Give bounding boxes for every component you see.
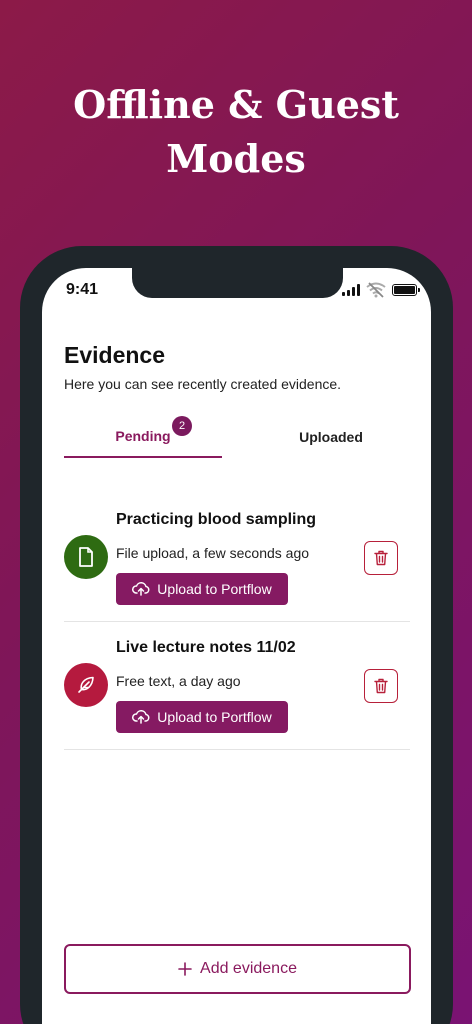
page-subtitle: Here you can see recently created eviden…	[64, 376, 342, 392]
feather-icon	[78, 676, 94, 693]
status-icons	[342, 282, 420, 298]
cloud-upload-icon	[132, 582, 150, 596]
trash-icon	[374, 550, 388, 566]
evidence-title: Practicing blood sampling	[116, 511, 317, 528]
tab-bar: Pending 2 Uploaded	[64, 416, 410, 460]
evidence-meta: File upload, a few seconds ago	[116, 545, 310, 561]
phone-notch	[132, 268, 343, 298]
tab-uploaded[interactable]: Uploaded	[252, 416, 410, 458]
evidence-item[interactable]: Practicing blood sampling File upload, a…	[64, 496, 410, 622]
evidence-item[interactable]: Live lecture notes 11/02 Free text, a da…	[64, 624, 410, 750]
add-evidence-label: Add evidence	[200, 960, 297, 977]
upload-button-label: Upload to Portflow	[157, 581, 272, 597]
tab-uploaded-label: Uploaded	[299, 429, 363, 445]
signal-icon	[342, 284, 360, 296]
upload-button-label: Upload to Portflow	[157, 709, 272, 725]
hero-title: Offline & Guest Modes	[73, 82, 399, 181]
evidence-meta: Free text, a day ago	[116, 673, 241, 689]
upload-to-portflow-button[interactable]: Upload to Portflow	[116, 701, 288, 733]
evidence-type-badge	[64, 663, 108, 707]
tab-pending-label: Pending	[115, 428, 171, 444]
app-screen: 9:41 Evidence Here you can see recently …	[42, 268, 431, 1024]
delete-button[interactable]	[364, 669, 398, 703]
upload-to-portflow-button[interactable]: Upload to Portflow	[116, 573, 288, 605]
phone-frame: 9:41 Evidence Here you can see recently …	[20, 246, 453, 1024]
add-evidence-button[interactable]: Add evidence	[64, 944, 411, 994]
battery-icon	[392, 284, 420, 296]
evidence-title: Live lecture notes 11/02	[116, 639, 296, 656]
status-time: 9:41	[66, 281, 99, 298]
evidence-type-badge	[64, 535, 108, 579]
plus-icon	[178, 962, 192, 976]
wifi-off-icon	[366, 282, 386, 298]
page-title: Evidence	[64, 342, 165, 368]
trash-icon	[374, 678, 388, 694]
cloud-upload-icon	[132, 710, 150, 724]
pending-count-badge: 2	[172, 416, 192, 436]
tab-pending[interactable]: Pending	[64, 416, 222, 458]
file-icon	[79, 547, 93, 567]
delete-button[interactable]	[364, 541, 398, 575]
